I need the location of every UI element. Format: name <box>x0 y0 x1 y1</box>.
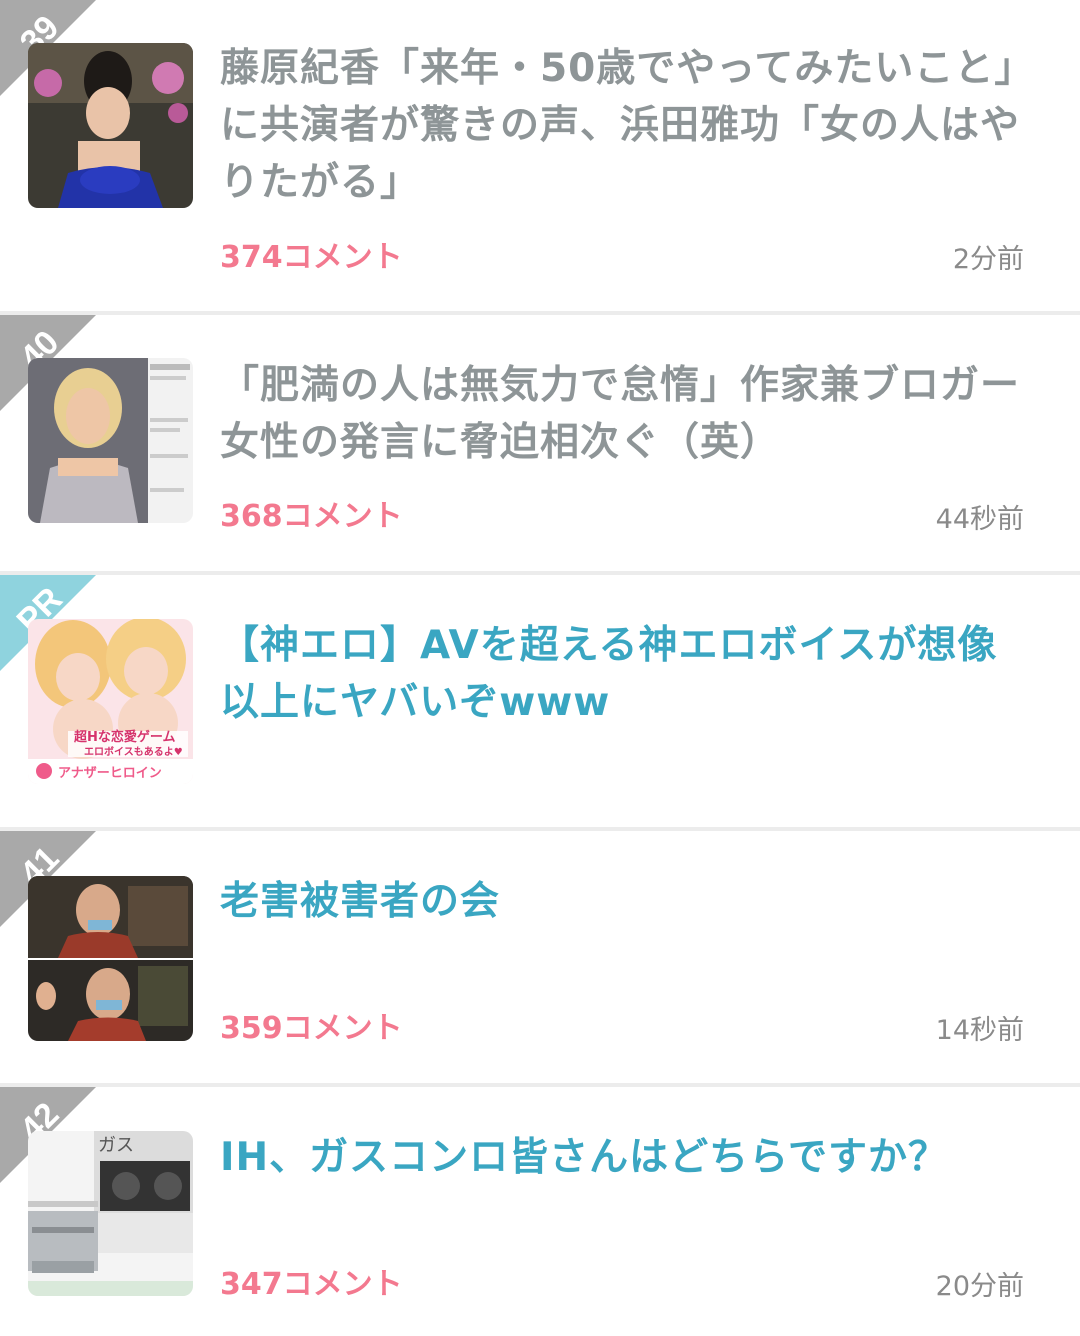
timestamp: 2分前 <box>952 244 1024 275</box>
ad-thumb-logo: アナザーヒロイン <box>58 766 162 781</box>
item-title[interactable]: 老害被害者の会 <box>220 873 1030 930</box>
timestamp: 44秒前 <box>935 504 1024 535</box>
thumbnail[interactable] <box>28 358 193 523</box>
list-item[interactable]: 40 「肥満の人は無気力で怠惰」作家兼ブロガー女性の発言に脅迫相次ぐ（英） 36… <box>0 315 1080 572</box>
thumb-label: ガス <box>98 1135 134 1156</box>
item-title[interactable]: 藤原紀香「来年・50歳でやってみたいこと」に共演者が驚きの声、浜田雅功「女の人は… <box>220 40 1030 211</box>
ad-thumb-text-1: 超Hな恋愛ゲーム <box>74 729 176 745</box>
thumbnail[interactable] <box>28 43 193 208</box>
list-item[interactable]: 39 藤原紀香「来年・50歳でやってみたいこと」に共演者が驚きの声、浜田雅功「女… <box>0 0 1080 312</box>
ranking-list: 39 藤原紀香「来年・50歳でやってみたいこと」に共演者が驚きの声、浜田雅功「女… <box>0 0 1080 1336</box>
comment-count: 347コメント <box>220 1267 403 1302</box>
comment-count: 359コメント <box>220 1011 403 1046</box>
thumbnail[interactable]: ガス <box>28 1131 193 1296</box>
item-title[interactable]: IH、ガスコンロ皆さんはどちらですか？ <box>220 1129 1030 1186</box>
ad-thumb-text-2: エロボイスもあるよ♥ <box>84 745 183 758</box>
list-item[interactable]: 42 ガス IH、ガスコンロ皆さんはどちらですか？ 347コメント 20分前 <box>0 1087 1080 1336</box>
timestamp: 20分前 <box>935 1271 1024 1302</box>
ad-title[interactable]: 【神エロ】AVを超える神エロボイスが想像以上にヤバいぞwww <box>220 617 1030 731</box>
comment-count: 374コメント <box>220 240 403 275</box>
timestamp: 14秒前 <box>935 1015 1024 1046</box>
thumbnail[interactable] <box>28 876 193 1041</box>
comment-count: 368コメント <box>220 499 403 534</box>
list-item-ad[interactable]: PR 超Hな恋愛ゲーム エロボイスもあるよ♥ アナザーヒロイン 【神エロ】AVを… <box>0 575 1080 828</box>
ad-thumbnail[interactable]: 超Hな恋愛ゲーム エロボイスもあるよ♥ アナザーヒロイン <box>28 619 193 784</box>
item-title[interactable]: 「肥満の人は無気力で怠惰」作家兼ブロガー女性の発言に脅迫相次ぐ（英） <box>220 357 1030 471</box>
list-item[interactable]: 41 老害被害者の会 359コメント 14秒前 <box>0 831 1080 1083</box>
